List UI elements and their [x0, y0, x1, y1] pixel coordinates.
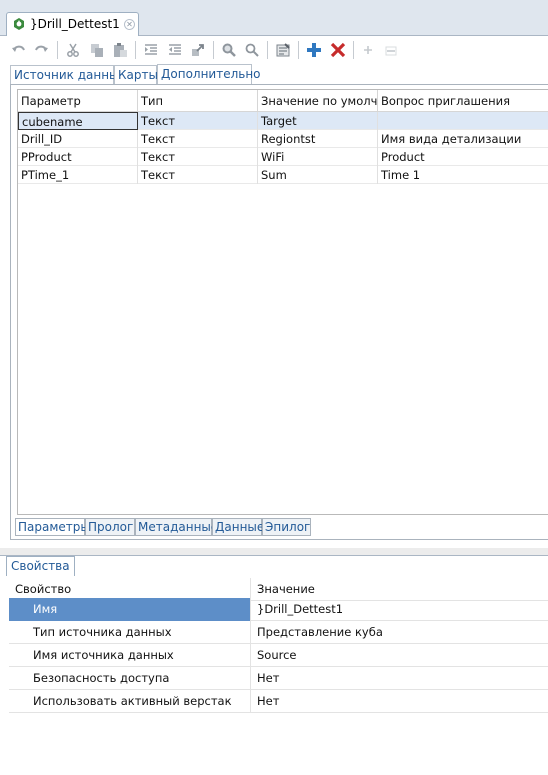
- tab-prolog[interactable]: Пролог: [85, 518, 135, 536]
- cell-parameter[interactable]: PTime_1: [18, 166, 138, 184]
- toolbar-separator: [298, 41, 299, 59]
- close-icon[interactable]: ✕: [124, 19, 135, 30]
- table-row[interactable]: PTime_1 Текст Sum Time 1: [18, 166, 548, 184]
- tab-maps[interactable]: Карты: [114, 65, 158, 84]
- cell-prompt[interactable]: Time 1: [378, 166, 548, 184]
- table-row[interactable]: Drill_ID Текст Regiontst Имя вида детали…: [18, 130, 548, 148]
- property-value[interactable]: Source: [251, 644, 548, 667]
- column-header-parameter[interactable]: Параметр: [18, 90, 138, 112]
- remove-row-icon[interactable]: [382, 41, 400, 59]
- tab-datasource[interactable]: Источник данных: [10, 65, 126, 84]
- cell-prompt[interactable]: [378, 112, 548, 130]
- table-row[interactable]: PProduct Текст WiFi Product: [18, 148, 548, 166]
- toolbar-separator: [267, 41, 268, 59]
- property-name: Тип источника данных: [9, 621, 251, 644]
- delete-icon[interactable]: [329, 41, 347, 59]
- cell-type[interactable]: Текст: [138, 148, 258, 166]
- redo-icon[interactable]: [32, 41, 50, 59]
- table-row[interactable]: cubename Текст Target: [18, 112, 548, 130]
- column-header-type[interactable]: Тип: [138, 90, 258, 112]
- property-row[interactable]: Тип источника данных Представление куба: [9, 621, 548, 644]
- column-header-prompt[interactable]: Вопрос приглашения: [378, 90, 548, 112]
- copy-icon[interactable]: [88, 41, 106, 59]
- toolbar-separator: [57, 41, 58, 59]
- find-next-icon[interactable]: [243, 41, 261, 59]
- cell-parameter[interactable]: PProduct: [18, 148, 138, 166]
- cell-type[interactable]: Текст: [138, 112, 258, 130]
- tab-properties[interactable]: Свойства: [6, 556, 75, 576]
- property-value[interactable]: Представление куба: [251, 621, 548, 644]
- property-value[interactable]: }Drill_Dettest1: [251, 598, 548, 621]
- grid-header: Параметр Тип Значение по умолча Вопрос п…: [18, 90, 548, 112]
- property-row[interactable]: Имя }Drill_Dettest1: [9, 598, 548, 621]
- add-icon[interactable]: [305, 41, 323, 59]
- cell-type[interactable]: Текст: [138, 166, 258, 184]
- tab-metadata[interactable]: Метаданные: [135, 518, 218, 536]
- cell-default-value[interactable]: WiFi: [258, 148, 378, 166]
- toolbar-separator: [135, 41, 136, 59]
- editor-tab[interactable]: }Drill_Dettest1 ✕: [6, 12, 139, 36]
- tab-epilog[interactable]: Эпилог: [262, 518, 311, 536]
- property-row[interactable]: Безопасность доступа Нет: [9, 667, 548, 690]
- cell-prompt[interactable]: Product: [378, 148, 548, 166]
- cell-default-value[interactable]: Sum: [258, 166, 378, 184]
- property-row[interactable]: Использовать активный верстак Нет: [9, 690, 548, 713]
- cell-default-value[interactable]: Target: [258, 112, 378, 130]
- property-name: Безопасность доступа: [9, 667, 251, 690]
- editor-tab-title: }Drill_Dettest1: [30, 17, 120, 31]
- tab-parameters[interactable]: Параметры: [15, 518, 90, 536]
- property-name: Имя: [9, 598, 251, 621]
- property-value[interactable]: Нет: [251, 690, 548, 713]
- paste-icon[interactable]: [111, 41, 129, 59]
- outdent-icon[interactable]: [166, 41, 184, 59]
- undo-icon[interactable]: [10, 41, 28, 59]
- property-name: Имя источника данных: [9, 644, 251, 667]
- column-header-default-value[interactable]: Значение по умолча: [258, 90, 378, 112]
- toolbar-separator: [213, 41, 214, 59]
- property-name: Использовать активный верстак: [9, 690, 251, 713]
- cell-parameter[interactable]: cubename: [18, 112, 138, 130]
- toolbar: [0, 36, 548, 64]
- cell-prompt[interactable]: Имя вида детализации: [378, 130, 548, 148]
- cell-parameter[interactable]: Drill_ID: [18, 130, 138, 148]
- cut-icon[interactable]: [64, 41, 82, 59]
- parameters-panel: Параметр Тип Значение по умолча Вопрос п…: [10, 84, 548, 540]
- tab-advanced[interactable]: Дополнительно: [157, 64, 261, 85]
- editor-body: Источник данных Карты Дополнительно Пара…: [0, 36, 548, 548]
- toolbar-separator: [353, 41, 354, 59]
- parameters-grid: Параметр Тип Значение по умолча Вопрос п…: [17, 89, 548, 515]
- insert-row-icon[interactable]: [359, 41, 377, 59]
- property-row[interactable]: Имя источника данных Source: [9, 644, 548, 667]
- indent-icon[interactable]: [142, 41, 160, 59]
- cell-default-value[interactable]: Regiontst: [258, 130, 378, 148]
- editor-tab-bar: }Drill_Dettest1 ✕: [0, 0, 548, 36]
- process-icon: [12, 17, 26, 31]
- edit-parameters-icon[interactable]: [274, 41, 292, 59]
- properties-view: Свойства Свойство Значение Имя }Drill_De…: [0, 555, 548, 775]
- cell-type[interactable]: Текст: [138, 130, 258, 148]
- tab-data[interactable]: Данные: [212, 518, 264, 536]
- search-icon[interactable]: [220, 41, 238, 59]
- property-value[interactable]: Нет: [251, 667, 548, 690]
- goto-icon[interactable]: [189, 41, 207, 59]
